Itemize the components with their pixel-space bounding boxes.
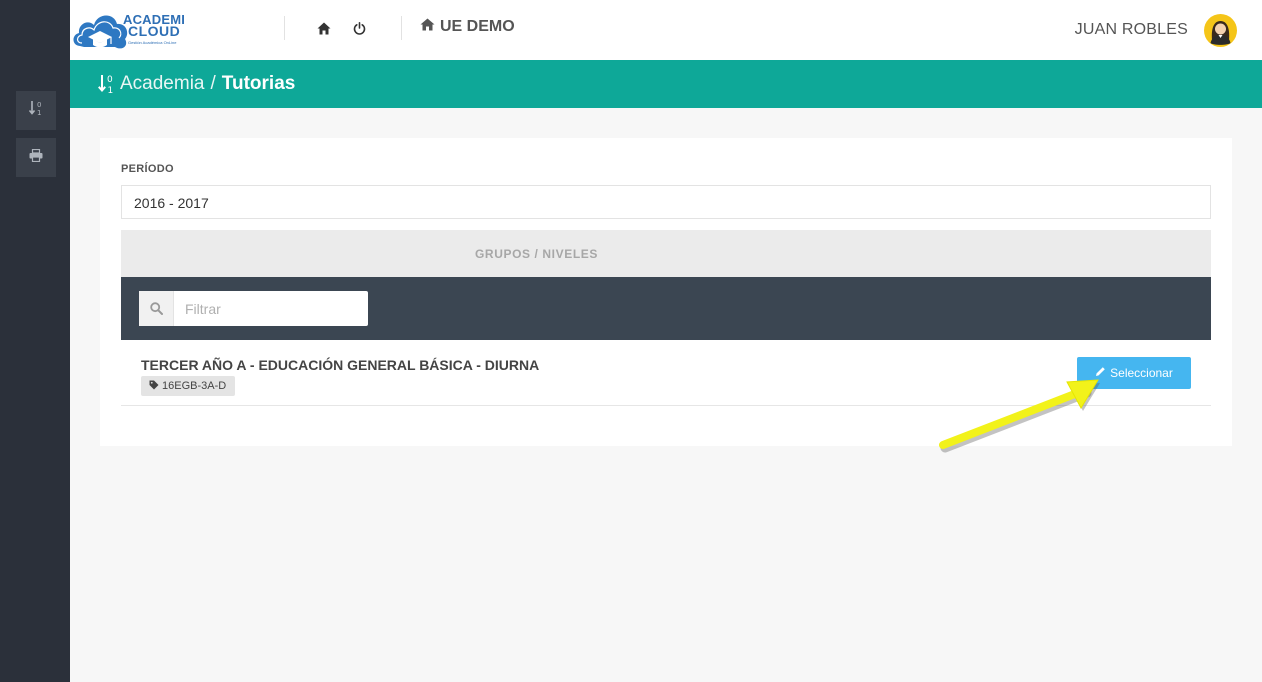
- svg-text:1: 1: [37, 109, 41, 116]
- search-icon: [139, 291, 174, 326]
- groups-header: GRUPOS / NIVELES: [121, 230, 1211, 277]
- svg-text:0: 0: [37, 101, 41, 109]
- filter-field: [139, 291, 371, 326]
- tag-icon: [149, 380, 159, 393]
- top-navbar: ACADEMI CLOUD Gestión Académica OnLine U…: [70, 0, 1262, 60]
- user-name[interactable]: JUAN ROBLES: [1075, 21, 1188, 39]
- filter-input[interactable]: [174, 291, 371, 326]
- breadcrumb-separator: /: [210, 73, 216, 94]
- home-icon[interactable]: [313, 17, 335, 39]
- logo-text-cloud: CLOUD: [128, 23, 181, 39]
- group-code-tag: 16EGB-3A-D: [141, 376, 236, 396]
- school-selector[interactable]: UE DEMO: [420, 18, 515, 36]
- annotation-arrow: [939, 379, 1100, 453]
- home-icon: [420, 18, 435, 36]
- group-code: 16EGB-3A-D: [162, 380, 227, 392]
- sort-numeric-icon: 0 1: [98, 74, 114, 94]
- logo-tagline: Gestión Académica OnLine: [128, 40, 177, 45]
- sort-numeric-icon: 0 1: [28, 100, 43, 121]
- period-label: PERÍODO: [121, 163, 174, 175]
- power-icon[interactable]: [348, 17, 370, 39]
- divider: [284, 16, 285, 40]
- breadcrumb-parent[interactable]: Academia: [120, 73, 205, 95]
- user-avatar[interactable]: [1204, 14, 1237, 47]
- groups-header-label: GRUPOS / NIVELES: [475, 247, 598, 261]
- sidebar: 0 1: [0, 60, 70, 682]
- divider: [401, 16, 402, 40]
- sidebar-item-print[interactable]: [16, 138, 56, 177]
- sidebar-header: [0, 0, 70, 60]
- period-select[interactable]: 2016 - 2017: [121, 185, 1211, 219]
- svg-text:0: 0: [107, 75, 113, 85]
- academicloud-logo[interactable]: ACADEMI CLOUD Gestión Académica OnLine: [70, 6, 195, 54]
- print-icon: [29, 148, 43, 167]
- svg-text:1: 1: [108, 86, 114, 94]
- select-button-label: Seleccionar: [1110, 366, 1173, 380]
- sidebar-item-academia[interactable]: 0 1: [16, 91, 56, 130]
- breadcrumb-bar: 0 1 Academia / Tutorias: [70, 60, 1262, 108]
- school-name: UE DEMO: [440, 18, 515, 35]
- breadcrumb-current: Tutorias: [221, 73, 296, 94]
- breadcrumb: 0 1 Academia / Tutorias: [98, 73, 295, 95]
- group-title: TERCER AÑO A - EDUCACIÓN GENERAL BÁSICA …: [141, 357, 540, 373]
- filter-bar: [121, 277, 1211, 340]
